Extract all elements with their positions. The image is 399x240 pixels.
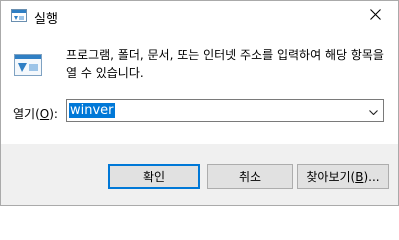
run-dialog-icon bbox=[14, 54, 42, 76]
open-combobox[interactable]: winver bbox=[66, 99, 384, 122]
ok-button[interactable]: 확인 bbox=[108, 164, 200, 189]
run-dialog: 실행 프로그램, 폴더, 문서, 또는 인터넷 주소를 입력하여 해당 항목을 … bbox=[0, 0, 399, 206]
description-text: 프로그램, 폴더, 문서, 또는 인터넷 주소를 입력하여 해당 항목을 열 수… bbox=[66, 48, 384, 80]
close-icon bbox=[369, 9, 381, 23]
window-title: 실행 bbox=[34, 12, 58, 27]
chevron-down-icon bbox=[368, 104, 378, 118]
cancel-button[interactable]: 취소 bbox=[207, 164, 293, 189]
run-icon bbox=[11, 9, 27, 22]
dropdown-button[interactable] bbox=[363, 100, 383, 121]
close-button[interactable] bbox=[352, 1, 398, 31]
browse-button[interactable]: 찾아보기(B)... bbox=[297, 164, 389, 189]
title-bar: 실행 bbox=[1, 1, 398, 32]
button-bar: 확인 취소 찾아보기(B)... bbox=[1, 144, 398, 205]
open-label: 열기(O): bbox=[13, 107, 58, 121]
open-input[interactable]: winver bbox=[69, 103, 115, 118]
